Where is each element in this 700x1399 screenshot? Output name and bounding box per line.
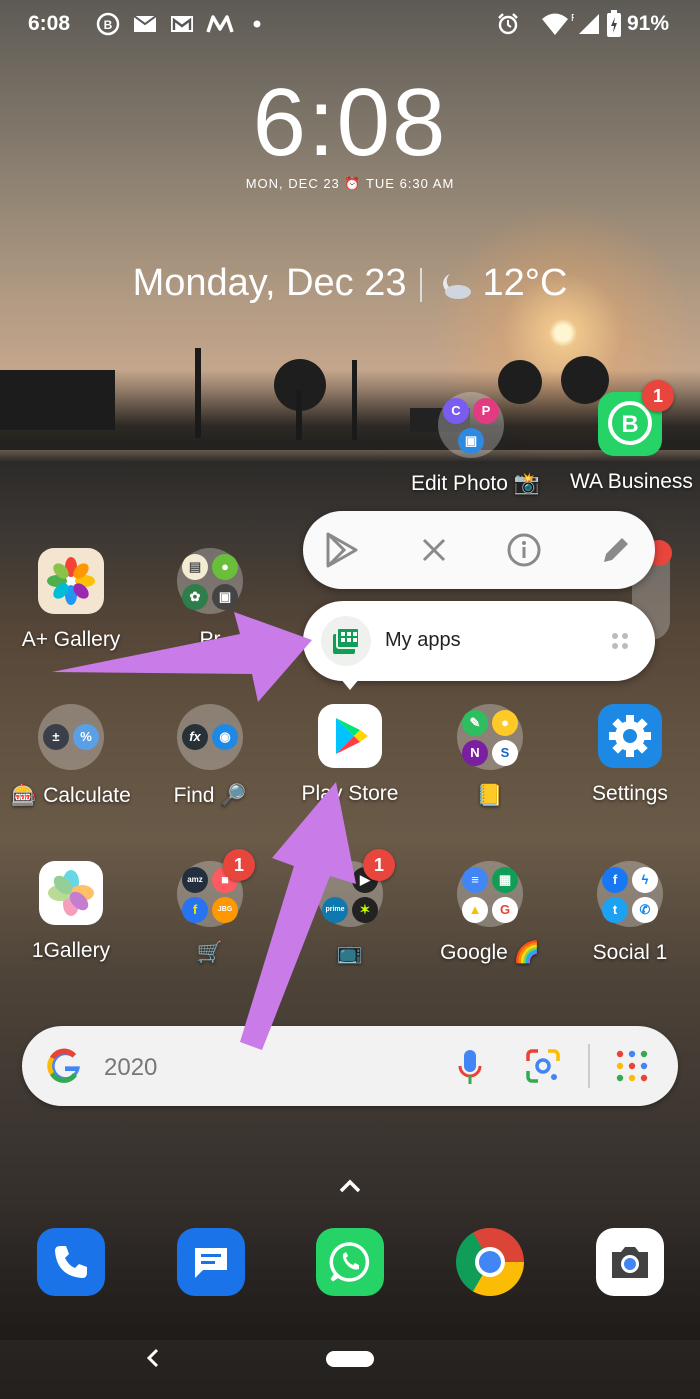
arrow-shape: [240, 782, 356, 1050]
annotation-arrow-to-shortcut: [52, 612, 312, 702]
annotation-arrows: [52, 612, 356, 1050]
annotation-arrow-to-play-store: [240, 782, 356, 1050]
arrow-shape: [52, 612, 312, 702]
